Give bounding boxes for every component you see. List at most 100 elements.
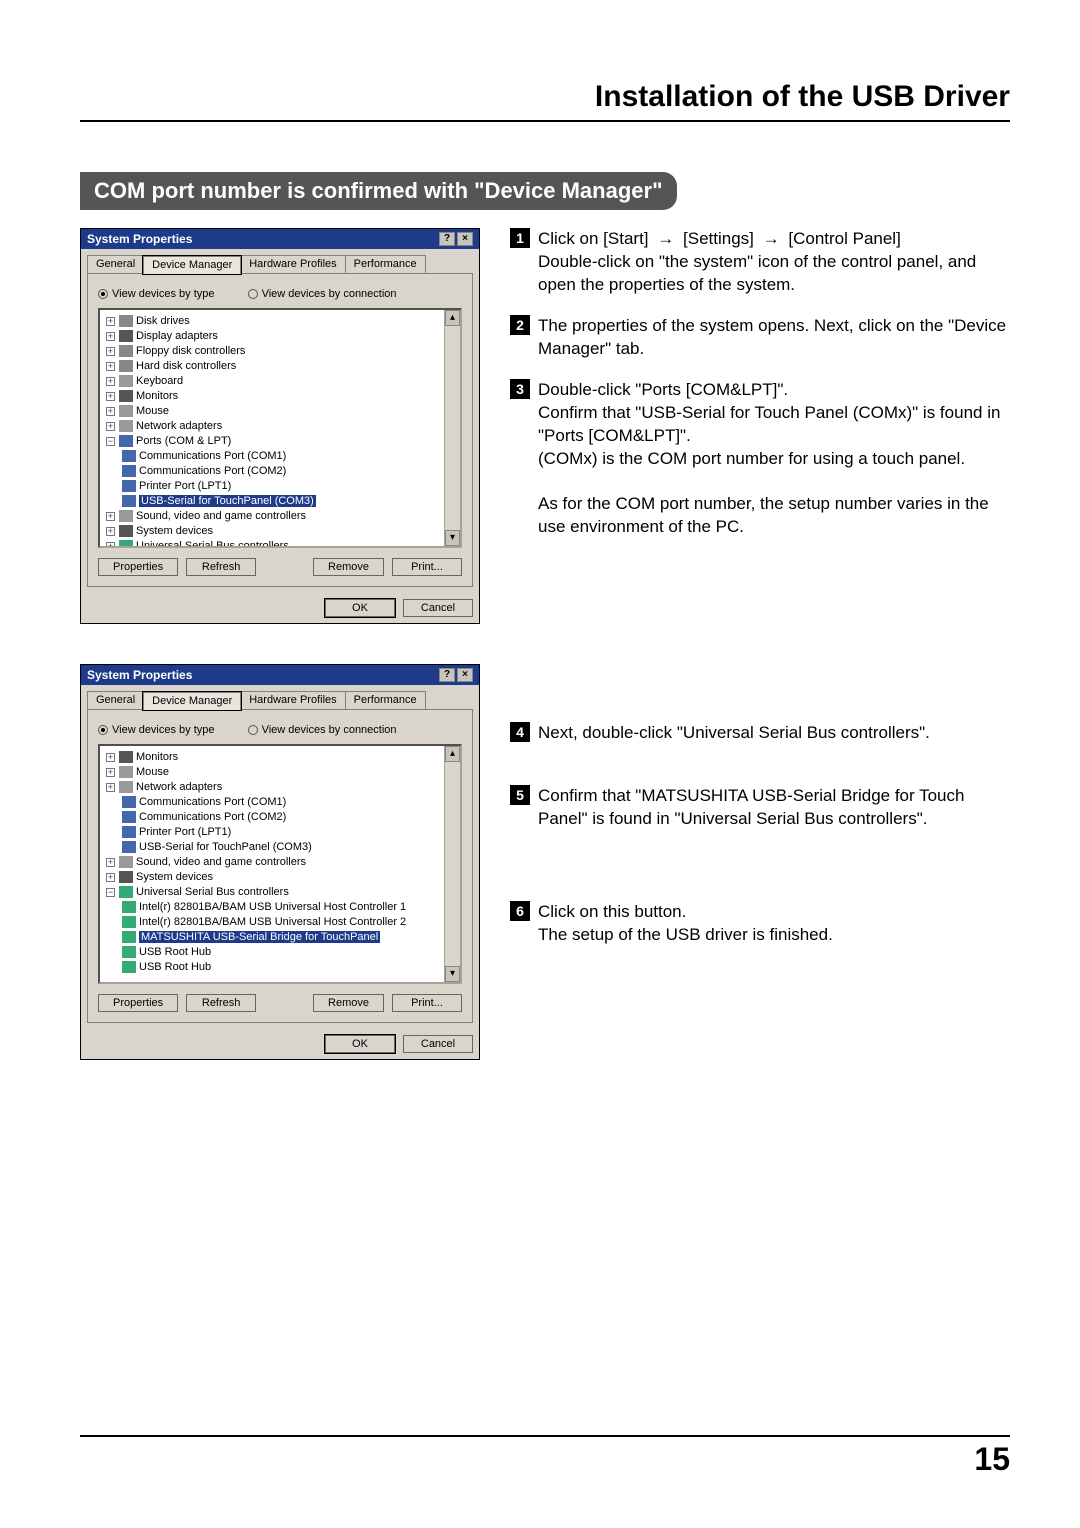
window-title: System Properties [87, 668, 192, 682]
tab-performance[interactable]: Performance [345, 255, 426, 273]
tree-item[interactable]: USB-Serial for TouchPanel (COM3) [106, 840, 458, 855]
step-text: As for the COM port number, the setup nu… [538, 494, 989, 536]
radio-view-by-connection[interactable]: View devices by connection [248, 288, 397, 300]
step-3: 3 Double-click "Ports [COM&LPT]". Confir… [510, 379, 1010, 540]
scroll-down-icon[interactable]: ▾ [445, 530, 460, 546]
step-num-6: 6 [510, 901, 530, 921]
tree-item[interactable]: +Hard disk controllers [106, 359, 458, 374]
scroll-down-icon[interactable]: ▾ [445, 966, 460, 982]
tree-item[interactable]: Printer Port (LPT1) [106, 825, 458, 840]
tree-item[interactable]: +Sound, video and game controllers [106, 855, 458, 870]
radio-view-by-type[interactable]: View devices by type [98, 288, 215, 300]
cancel-button[interactable]: Cancel [403, 599, 473, 617]
tree-item[interactable]: Communications Port (COM2) [122, 464, 458, 479]
tab-general[interactable]: General [87, 255, 144, 273]
scrollbar[interactable]: ▴ ▾ [444, 310, 460, 546]
step-text: Click on this button. [538, 902, 686, 921]
tree-item[interactable]: Intel(r) 82801BA/BAM USB Universal Host … [122, 900, 458, 915]
tree-item[interactable]: +Sound, video and game controllers [106, 509, 458, 524]
tab-device-manager[interactable]: Device Manager [143, 256, 241, 274]
step-text: Next, double-click "Universal Serial Bus… [538, 722, 1010, 745]
step-text: (COMx) is the COM port number for using … [538, 449, 965, 468]
close-icon[interactable]: × [457, 232, 473, 246]
step-num-3: 3 [510, 379, 530, 399]
tree-item[interactable]: +Keyboard [106, 374, 458, 389]
step-text: Confirm that "MATSUSHITA USB-Serial Brid… [538, 785, 1010, 831]
tab-general[interactable]: General [87, 691, 144, 709]
tree-item[interactable]: Printer Port (LPT1) [122, 479, 458, 494]
radio-view-by-connection[interactable]: View devices by connection [248, 724, 397, 736]
tree-item[interactable]: +Monitors [106, 750, 458, 765]
step-6: 6 Click on this button. The setup of the… [510, 901, 1010, 947]
close-icon[interactable]: × [457, 668, 473, 682]
tree-item[interactable]: USB Root Hub [122, 960, 458, 975]
tree-item[interactable]: Communications Port (COM2) [106, 810, 458, 825]
radio-type-label: View devices by type [112, 288, 215, 300]
device-tree[interactable]: +Monitors +Mouse +Network adapters Commu… [98, 744, 462, 984]
remove-button[interactable]: Remove [313, 994, 384, 1012]
tree-item[interactable]: +System devices [106, 524, 458, 539]
tree-item-ports[interactable]: −Ports (COM & LPT) Communications Port (… [106, 434, 458, 509]
page-footer: 15 [80, 1435, 1010, 1478]
step-num-4: 4 [510, 722, 530, 742]
tree-item[interactable]: Communications Port (COM1) [106, 795, 458, 810]
step-text: [Control Panel] [788, 229, 900, 248]
system-properties-dialog-2: System Properties ? × General Device Man… [80, 664, 480, 1060]
tree-item[interactable]: +Disk drives [106, 314, 458, 329]
tree-item[interactable]: USB Root Hub [122, 945, 458, 960]
tree-item[interactable]: +Network adapters [106, 419, 458, 434]
system-properties-dialog-1: System Properties ? × General Device Man… [80, 228, 480, 624]
step-num-1: 1 [510, 228, 530, 248]
step-text: Confirm that "USB-Serial for Touch Panel… [538, 403, 1000, 445]
refresh-button[interactable]: Refresh [186, 994, 256, 1012]
step-text: Double-click "Ports [COM&LPT]". [538, 380, 788, 399]
ok-button[interactable]: OK [325, 599, 395, 617]
tree-item[interactable]: +Mouse [106, 765, 458, 780]
tab-hardware-profiles[interactable]: Hardware Profiles [240, 255, 345, 273]
properties-button[interactable]: Properties [98, 558, 178, 576]
tree-item[interactable]: +Floppy disk controllers [106, 344, 458, 359]
step-text: The properties of the system opens. Next… [538, 315, 1010, 361]
tree-item-usbctl[interactable]: −Universal Serial Bus controllers Intel(… [106, 885, 458, 975]
help-icon[interactable]: ? [439, 232, 455, 246]
ok-button[interactable]: OK [325, 1035, 395, 1053]
refresh-button[interactable]: Refresh [186, 558, 256, 576]
remove-button[interactable]: Remove [313, 558, 384, 576]
scroll-up-icon[interactable]: ▴ [445, 746, 460, 762]
section-banner: COM port number is confirmed with "Devic… [80, 172, 677, 210]
step-1: 1 Click on [Start] → [Settings] → [Contr… [510, 228, 1010, 297]
tab-hardware-profiles[interactable]: Hardware Profiles [240, 691, 345, 709]
tree-item[interactable]: +Mouse [106, 404, 458, 419]
titlebar: System Properties ? × [81, 665, 479, 685]
titlebar: System Properties ? × [81, 229, 479, 249]
tree-item[interactable]: Communications Port (COM1) [122, 449, 458, 464]
tab-device-manager[interactable]: Device Manager [143, 692, 241, 710]
radio-conn-label: View devices by connection [262, 288, 397, 300]
radio-conn-label: View devices by connection [262, 724, 397, 736]
step-4: 4 Next, double-click "Universal Serial B… [510, 722, 1010, 745]
device-tree[interactable]: +Disk drives +Display adapters +Floppy d… [98, 308, 462, 548]
tree-item[interactable]: Intel(r) 82801BA/BAM USB Universal Host … [122, 915, 458, 930]
scroll-up-icon[interactable]: ▴ [445, 310, 460, 326]
page-title: Installation of the USB Driver [80, 80, 1010, 122]
cancel-button[interactable]: Cancel [403, 1035, 473, 1053]
scrollbar[interactable]: ▴ ▾ [444, 746, 460, 982]
tab-strip: General Device Manager Hardware Profiles… [87, 691, 473, 709]
step-2: 2 The properties of the system opens. Ne… [510, 315, 1010, 361]
step-num-5: 5 [510, 785, 530, 805]
tree-item-matsushita[interactable]: MATSUSHITA USB-Serial Bridge for TouchPa… [122, 930, 458, 945]
tab-performance[interactable]: Performance [345, 691, 426, 709]
print-button[interactable]: Print... [392, 994, 462, 1012]
help-icon[interactable]: ? [439, 668, 455, 682]
tree-item[interactable]: +Display adapters [106, 329, 458, 344]
tree-item[interactable]: +Network adapters [106, 780, 458, 795]
print-button[interactable]: Print... [392, 558, 462, 576]
radio-type-label: View devices by type [112, 724, 215, 736]
properties-button[interactable]: Properties [98, 994, 178, 1012]
radio-view-by-type[interactable]: View devices by type [98, 724, 215, 736]
arrow-icon: → [657, 228, 674, 251]
tree-item[interactable]: +Monitors [106, 389, 458, 404]
tree-item[interactable]: +System devices [106, 870, 458, 885]
tree-item[interactable]: +Universal Serial Bus controllers [106, 539, 458, 548]
tree-item-usb-serial[interactable]: USB-Serial for TouchPanel (COM3) [122, 494, 458, 509]
